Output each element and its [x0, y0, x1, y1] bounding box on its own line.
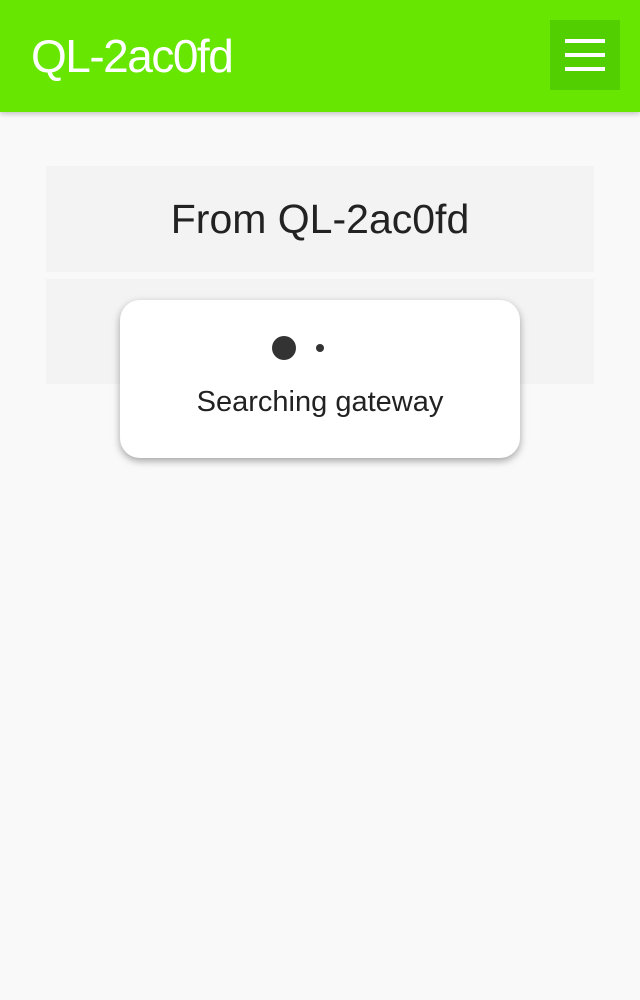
- loading-dialog: Searching gateway: [120, 300, 520, 458]
- page-title: From QL-2ac0fd: [46, 166, 594, 272]
- menu-button[interactable]: [550, 20, 620, 90]
- loading-message: Searching gateway: [196, 386, 444, 418]
- app-title: QL-2ac0fd: [31, 30, 234, 82]
- app-header: QL-2ac0fd: [0, 0, 640, 112]
- spinner-dot-small: [316, 344, 324, 352]
- spinner-dot-large: [272, 336, 296, 360]
